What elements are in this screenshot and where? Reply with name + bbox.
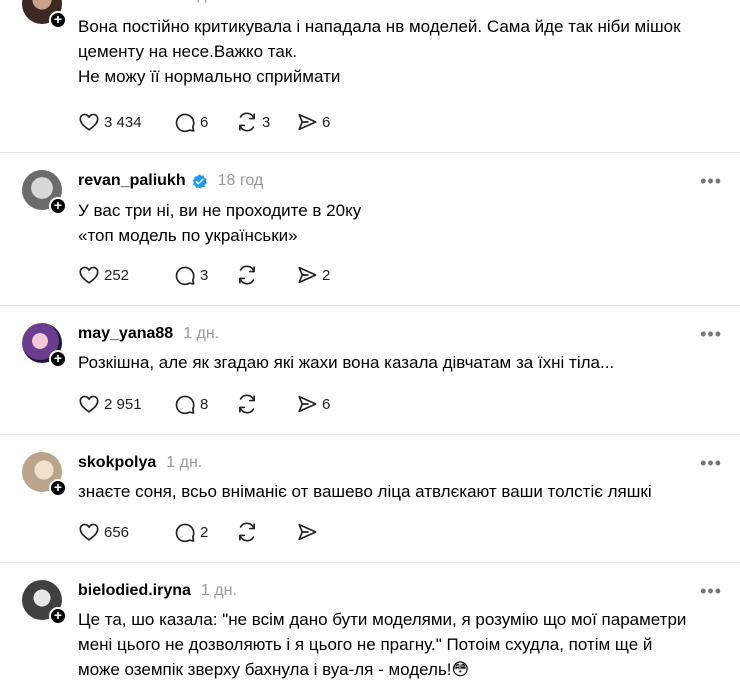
- replies-count: 2: [200, 523, 209, 541]
- repost-arrows-icon: [239, 522, 255, 542]
- avatar[interactable]: +: [22, 580, 67, 625]
- avatar[interactable]: +: [22, 452, 67, 497]
- reply-button[interactable]: 6: [174, 111, 236, 133]
- username[interactable]: skokpolya: [78, 454, 156, 472]
- speech-bubble-icon: [175, 113, 195, 133]
- avatar[interactable]: +: [22, 0, 67, 29]
- post-actions: 252 3 2: [78, 263, 356, 287]
- divider: [0, 305, 740, 306]
- post-time[interactable]: 1 дн.: [183, 325, 219, 343]
- replies-count: 3: [200, 266, 209, 284]
- post-header: revan_paliukh 18 год: [78, 170, 263, 192]
- post-time[interactable]: 1 дн.: [184, 0, 220, 4]
- likes-count: 656: [104, 523, 130, 541]
- divider: [0, 562, 740, 563]
- post-text: Розкішна, але як згадаю які жахи вона ка…: [78, 350, 718, 375]
- reply-button[interactable]: 8: [174, 393, 236, 415]
- likes-count: 252: [104, 266, 130, 284]
- reposts-count: 3: [262, 113, 271, 131]
- replies-count: 8: [200, 395, 209, 413]
- repost-button[interactable]: 3: [236, 111, 296, 133]
- post-text-line: Не можу її нормально сприймати: [78, 67, 341, 86]
- repost-arrows-icon: [239, 112, 255, 132]
- repost-button[interactable]: [236, 264, 296, 286]
- reply-button[interactable]: 3: [174, 264, 236, 286]
- likes-count: 3 434: [104, 113, 142, 131]
- post-text-line: Розкішна, але як згадаю які жахи вона ка…: [78, 353, 615, 372]
- verified-badge-icon: [192, 173, 207, 189]
- post-text: У вас три ні, ви не проходите в 20ку «топ…: [78, 198, 718, 248]
- username[interactable]: revan_paliukh: [78, 172, 186, 190]
- post-text: знаєте соня, всьо вніманіє от вашево ліц…: [78, 479, 718, 504]
- like-button[interactable]: 3 434: [78, 111, 174, 133]
- follow-plus-icon[interactable]: +: [49, 607, 67, 625]
- post-header: stasia.krisak 1 дн.: [78, 0, 220, 6]
- follow-plus-icon[interactable]: +: [49, 479, 67, 497]
- avatar[interactable]: +: [22, 323, 67, 368]
- post-text-line: У вас три ні, ви не проходите в 20ку: [78, 201, 362, 220]
- divider: [0, 434, 740, 435]
- avatar[interactable]: +: [22, 170, 67, 215]
- likes-count: 2 951: [104, 395, 142, 413]
- like-button[interactable]: 656: [78, 521, 174, 543]
- post-text-line: цементу на несе.Важко так.: [78, 42, 297, 61]
- more-dots-icon[interactable]: •••: [700, 454, 722, 472]
- heart-icon: [79, 395, 99, 413]
- repost-button[interactable]: [236, 393, 296, 415]
- username[interactable]: stasia.krisak: [78, 0, 174, 4]
- replies-count: 6: [200, 113, 209, 131]
- shares-count: 6: [322, 395, 331, 413]
- speech-bubble-icon: [175, 395, 195, 415]
- shares-count: 2: [322, 266, 331, 284]
- more-dots-icon[interactable]: •••: [700, 172, 722, 190]
- divider: [0, 152, 740, 153]
- like-button[interactable]: 252: [78, 264, 174, 286]
- post-actions: 3 434 6 3 6: [78, 110, 356, 134]
- reply-button[interactable]: 2: [174, 521, 236, 543]
- post-text-line: «топ модель по українськи»: [78, 226, 298, 245]
- share-button[interactable]: 6: [296, 393, 356, 415]
- post-header: skokpolya 1 дн.: [78, 452, 202, 474]
- send-arrow-icon: [298, 266, 317, 284]
- follow-plus-icon[interactable]: +: [49, 11, 67, 29]
- post-actions: 2 951 8 6: [78, 392, 356, 416]
- share-button[interactable]: 2: [296, 264, 356, 286]
- post-time[interactable]: 1 дн.: [201, 582, 237, 600]
- post-time[interactable]: 18 год: [218, 172, 264, 190]
- post-header: may_yana88 1 дн.: [78, 323, 219, 345]
- post-header: bielodied.iryna 1 дн.: [78, 580, 237, 602]
- repost-arrows-icon: [239, 394, 255, 414]
- post-text-line: знаєте соня, всьо вніманіє от вашево ліц…: [78, 482, 652, 501]
- post-text-line: Це та, шо казала: "не всім дано бути мод…: [78, 610, 687, 629]
- post-text: Це та, шо казала: "не всім дано бути мод…: [78, 607, 718, 682]
- heart-icon: [79, 266, 99, 284]
- repost-arrows-icon: [239, 265, 255, 285]
- follow-plus-icon[interactable]: +: [49, 197, 67, 215]
- like-button[interactable]: 2 951: [78, 393, 174, 415]
- speech-bubble-icon: [175, 266, 195, 286]
- share-button[interactable]: 6: [296, 111, 356, 133]
- more-dots-icon[interactable]: •••: [700, 325, 722, 343]
- post-text-line: може оземпік зверху бахнула і вуа-ля - м…: [78, 660, 470, 679]
- more-dots-icon[interactable]: •••: [700, 582, 722, 600]
- post-text: Вона постійно критикувала і нападала нв …: [78, 14, 718, 89]
- heart-icon: [79, 523, 99, 541]
- username[interactable]: bielodied.iryna: [78, 582, 191, 600]
- post-text-line: Вона постійно критикувала і нападала нв …: [78, 17, 681, 36]
- repost-button[interactable]: [236, 521, 296, 543]
- post-text-line: мені цього не дозволяють і я цього не пр…: [78, 635, 653, 654]
- send-arrow-icon: [298, 523, 317, 541]
- username[interactable]: may_yana88: [78, 325, 173, 343]
- shares-count: 6: [322, 113, 331, 131]
- follow-plus-icon[interactable]: +: [49, 350, 67, 368]
- post-actions: 656 2: [78, 520, 356, 544]
- share-button[interactable]: [296, 521, 356, 543]
- speech-bubble-icon: [175, 523, 195, 543]
- post-time[interactable]: 1 дн.: [166, 454, 202, 472]
- heart-icon: [79, 113, 99, 131]
- send-arrow-icon: [298, 113, 317, 131]
- send-arrow-icon: [298, 395, 317, 413]
